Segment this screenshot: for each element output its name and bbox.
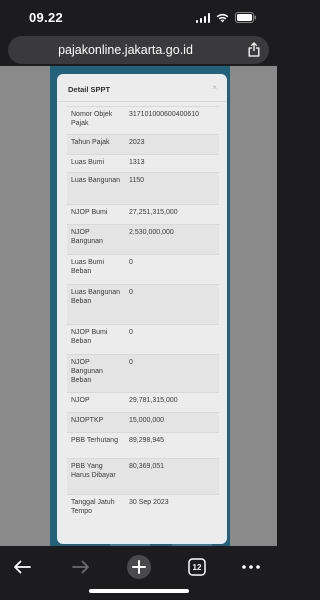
detail-row: Luas Bangunan Beban 0 <box>67 284 219 325</box>
detail-value: 2,530,000,000 <box>125 224 219 255</box>
detail-value: 317101000600400610 <box>125 106 219 135</box>
share-icon[interactable] <box>248 42 260 62</box>
detail-row: Luas Bangunan 1150 <box>67 172 219 205</box>
modal-header: Detail SPPT × <box>57 74 227 102</box>
detail-row: NJOP Bangunan 2,530,000,000 <box>67 224 219 255</box>
detail-table: Nomor Objek Pajak 317101000600400610 Tahun… <box>67 106 219 525</box>
detail-label: Luas Bangunan Beban <box>67 284 125 325</box>
detail-row: NJOP Bangunan Beban 0 <box>67 354 219 393</box>
detail-value: 2023 <box>125 134 219 155</box>
more-button[interactable] <box>236 552 266 582</box>
detail-row: NJOPTKP 15,000,000 <box>67 412 219 433</box>
home-indicator <box>89 589 189 593</box>
detail-label: NJOP Bangunan <box>67 224 125 255</box>
detail-value: 27,251,315,000 <box>125 204 219 225</box>
detail-label: NJOPTKP <box>67 412 125 433</box>
detail-sppt-modal: Detail SPPT × Nomor Objek Pajak 317101000… <box>57 74 227 544</box>
detail-label: NJOP Bumi <box>67 204 125 225</box>
detail-row: Luas Bumi 1313 <box>67 154 219 173</box>
signal-icon <box>195 12 210 23</box>
detail-row: Luas Bumi Beban 0 <box>67 254 219 285</box>
detail-row: NJOP 29,781,315,000 <box>67 392 219 413</box>
detail-row: NJOP Bumi 27,251,315,000 <box>67 204 219 225</box>
detail-label: Luas Bangunan <box>67 172 125 205</box>
forward-button[interactable] <box>66 552 96 582</box>
detail-row: Nomor Objek Pajak 317101000600400610 <box>67 106 219 135</box>
status-icons <box>195 12 258 23</box>
detail-label: Nomor Objek Pajak <box>67 106 125 135</box>
detail-value: 89,298,945 <box>125 432 219 459</box>
detail-row: PBB Terhutang 89,298,945 <box>67 432 219 459</box>
detail-row: Tanggal Jatuh Tempo 30 Sep 2023 <box>67 494 219 525</box>
detail-label: NJOP Bumi Beban <box>67 324 125 355</box>
more-icon <box>242 565 260 569</box>
url-text[interactable]: pajakonline.jakarta.go.id <box>8 43 243 57</box>
detail-label: Luas Bumi <box>67 154 125 173</box>
detail-label: NJOP Bangunan Beban <box>67 354 125 393</box>
wifi-icon <box>216 13 229 23</box>
detail-row: NJOP Bumi Beban 0 <box>67 324 219 355</box>
detail-label: NJOP <box>67 392 125 413</box>
battery-icon <box>235 12 257 23</box>
address-bar[interactable]: pajakonline.jakarta.go.id <box>8 36 269 64</box>
modal-title: Detail SPPT <box>68 85 111 94</box>
detail-label: PBB Yang Harus Dibayar <box>67 458 125 495</box>
new-tab-button[interactable] <box>124 552 154 582</box>
arrow-left-icon <box>14 560 31 574</box>
tabs-button[interactable]: 12 <box>182 552 212 582</box>
detail-value: 80,369,051 <box>125 458 219 495</box>
detail-value: 29,781,315,000 <box>125 392 219 413</box>
detail-value: 1150 <box>125 172 219 205</box>
tabs-count: 12 <box>192 562 202 572</box>
back-button[interactable] <box>7 552 37 582</box>
detail-value: 0 <box>125 354 219 393</box>
plus-icon <box>127 555 151 579</box>
detail-label: Tanggal Jatuh Tempo <box>67 494 125 525</box>
arrow-right-icon <box>72 560 89 574</box>
detail-value: 0 <box>125 284 219 325</box>
detail-row: Tahun Pajak 2023 <box>67 134 219 155</box>
detail-value: 1313 <box>125 154 219 173</box>
detail-row: PBB Yang Harus Dibayar 80,369,051 <box>67 458 219 495</box>
detail-value: 0 <box>125 324 219 355</box>
detail-label: Tahun Pajak <box>67 134 125 155</box>
status-bar: 09.22 <box>0 0 277 36</box>
detail-value: 30 Sep 2023 <box>125 494 219 525</box>
detail-label: PBB Terhutang <box>67 432 125 459</box>
close-icon[interactable]: × <box>212 83 217 92</box>
status-time: 09.22 <box>29 10 64 25</box>
detail-label: Luas Bumi Beban <box>67 254 125 285</box>
detail-value: 15,000,000 <box>125 412 219 433</box>
detail-value: 0 <box>125 254 219 285</box>
